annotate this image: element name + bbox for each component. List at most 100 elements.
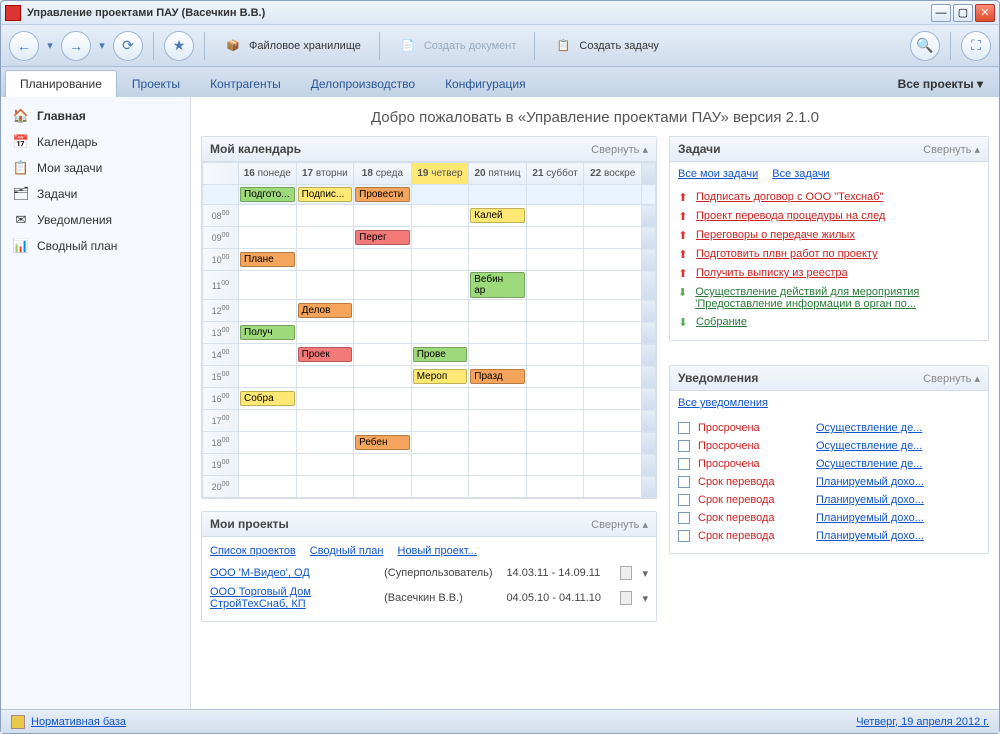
tab-contractors[interactable]: Контрагенты <box>195 70 296 97</box>
cal-day-header[interactable]: 22 воскре <box>584 163 642 185</box>
projects-list-link[interactable]: Список проектов <box>210 545 296 557</box>
notification-row: Срок перевода Планируемый дохо... <box>678 509 980 527</box>
cal-event[interactable]: Проек <box>298 347 353 362</box>
cal-allday-event[interactable]: Подгото... <box>240 187 295 202</box>
project-dropdown-icon[interactable]: ▾ <box>642 592 648 605</box>
notification-checkbox[interactable] <box>678 530 690 542</box>
tab-planning[interactable]: Планирование <box>5 70 117 97</box>
maximize-button[interactable]: ▢ <box>953 4 973 22</box>
welcome-heading: Добро пожаловать в «Управление проектами… <box>201 105 989 136</box>
notification-status[interactable]: Просрочена <box>698 458 808 470</box>
cal-hour-label: 1900 <box>203 454 239 476</box>
forward-button[interactable]: → <box>61 31 91 61</box>
notification-link[interactable]: Планируемый дохо... <box>816 476 980 488</box>
project-name-link[interactable]: ООО 'М-Видео', ОД <box>210 567 374 579</box>
task-link[interactable]: Получить выписку из реестра <box>696 267 848 279</box>
all-projects-dropdown[interactable]: Все проекты ▾ <box>886 71 995 97</box>
status-date[interactable]: Четверг, 19 апреля 2012 г. <box>856 716 989 728</box>
notification-link[interactable]: Планируемый дохо... <box>816 494 980 506</box>
task-link[interactable]: Подписать договор с ООО "Техснаб" <box>696 191 883 203</box>
create-document-button[interactable]: 📄 Создать документ <box>390 32 525 60</box>
notification-link[interactable]: Осуществление де... <box>816 422 980 434</box>
projects-collapse[interactable]: Свернуть ▴ <box>591 518 648 531</box>
sidebar-item-notifications[interactable]: ✉Уведомления <box>1 207 190 233</box>
normbase-link[interactable]: Нормативная база <box>31 716 126 728</box>
cal-event[interactable]: Празд <box>470 369 525 384</box>
cal-event[interactable]: Плане <box>240 252 295 267</box>
notification-checkbox[interactable] <box>678 458 690 470</box>
task-link[interactable]: Переговоры о передаче жилых <box>696 229 855 241</box>
notification-link[interactable]: Планируемый дохо... <box>816 530 980 542</box>
notification-status[interactable]: Срок перевода <box>698 476 808 488</box>
file-storage-button[interactable]: 📦 Файловое хранилище <box>215 32 369 60</box>
cal-event[interactable]: Собра <box>240 391 295 406</box>
task-row: ⬇Осуществление действий для мероприятия … <box>678 283 980 313</box>
cal-allday-event[interactable]: Подпис... <box>298 187 353 202</box>
notification-link[interactable]: Осуществление де... <box>816 458 980 470</box>
project-chart-icon[interactable] <box>620 566 632 580</box>
cal-event[interactable]: Получ <box>240 325 295 340</box>
tasks-mine-link[interactable]: Все мои задачи <box>678 168 758 180</box>
sidebar-item-calendar[interactable]: 📅Календарь <box>1 129 190 155</box>
notification-link[interactable]: Планируемый дохо... <box>816 512 980 524</box>
sidebar: 🏠Главная 📅Календарь 📋Мои задачи 🗂Задачи … <box>1 97 191 709</box>
cal-day-header[interactable]: 17 вторни <box>296 163 354 185</box>
notif-panel-title: Уведомления <box>678 371 758 385</box>
notif-all-link[interactable]: Все уведомления <box>678 397 768 409</box>
task-link[interactable]: Проект перевода процедуры на след <box>696 210 885 222</box>
cal-event[interactable]: Мероп <box>413 369 468 384</box>
project-chart-icon[interactable] <box>620 591 632 605</box>
cal-day-header[interactable]: 18 среда <box>354 163 412 185</box>
back-history-dropdown[interactable]: ▾ <box>43 31 57 61</box>
projects-plan-link[interactable]: Сводный план <box>310 545 384 557</box>
refresh-button[interactable]: ⟳ <box>113 31 143 61</box>
notification-checkbox[interactable] <box>678 476 690 488</box>
cal-event[interactable]: Вебинар <box>470 272 525 298</box>
cal-event[interactable]: Делов <box>298 303 353 318</box>
sidebar-item-mytasks[interactable]: 📋Мои задачи <box>1 155 190 181</box>
minimize-button[interactable]: — <box>931 4 951 22</box>
cal-day-header[interactable]: 19 четвер <box>411 163 469 185</box>
forward-history-dropdown[interactable]: ▾ <box>95 31 109 61</box>
cal-allday-event[interactable]: Провести <box>355 187 410 202</box>
notification-checkbox[interactable] <box>678 422 690 434</box>
cal-day-header[interactable]: 20 пятниц <box>469 163 527 185</box>
cal-day-header[interactable]: 21 суббот <box>526 163 584 185</box>
close-button[interactable]: ✕ <box>975 4 995 22</box>
tab-config[interactable]: Конфигурация <box>430 70 541 97</box>
notification-link[interactable]: Осуществление де... <box>816 440 980 452</box>
sidebar-item-plan[interactable]: 📊Сводный план <box>1 233 190 259</box>
favorites-button[interactable]: ★ <box>164 31 194 61</box>
cal-event[interactable]: Прове <box>413 347 468 362</box>
notification-status[interactable]: Просрочена <box>698 422 808 434</box>
projects-new-link[interactable]: Новый проект... <box>398 545 477 557</box>
notification-status[interactable]: Срок перевода <box>698 530 808 542</box>
cal-day-header[interactable]: 16 понеде <box>239 163 297 185</box>
task-link[interactable]: Осуществление действий для мероприятия '… <box>695 286 980 310</box>
cal-event[interactable]: Ребен <box>355 435 410 450</box>
notification-status[interactable]: Срок перевода <box>698 512 808 524</box>
back-button[interactable]: ← <box>9 31 39 61</box>
sidebar-item-tasks[interactable]: 🗂Задачи <box>1 181 190 207</box>
cal-event[interactable]: Перег <box>355 230 410 245</box>
tab-documents[interactable]: Делопроизводство <box>296 70 430 97</box>
notification-status[interactable]: Просрочена <box>698 440 808 452</box>
notification-checkbox[interactable] <box>678 440 690 452</box>
search-button[interactable]: 🔍 <box>910 31 940 61</box>
project-dropdown-icon[interactable]: ▾ <box>642 567 648 580</box>
create-task-button[interactable]: 📋 Создать задачу <box>545 32 667 60</box>
notification-checkbox[interactable] <box>678 494 690 506</box>
task-link[interactable]: Подготовить плвн работ по проекту <box>696 248 878 260</box>
project-name-link[interactable]: ООО Торговый Дом СтройТехСнаб, КП <box>210 586 374 610</box>
notif-collapse[interactable]: Свернуть ▴ <box>923 372 980 385</box>
tasks-all-link[interactable]: Все задачи <box>772 168 829 180</box>
tasks-collapse[interactable]: Свернуть ▴ <box>923 143 980 156</box>
notification-checkbox[interactable] <box>678 512 690 524</box>
notification-status[interactable]: Срок перевода <box>698 494 808 506</box>
sidebar-item-home[interactable]: 🏠Главная <box>1 103 190 129</box>
tab-projects[interactable]: Проекты <box>117 70 195 97</box>
task-link[interactable]: Собрание <box>696 316 747 328</box>
calendar-collapse[interactable]: Свернуть ▴ <box>591 143 648 156</box>
cal-event[interactable]: Калей <box>470 208 525 223</box>
fullscreen-button[interactable]: ⛶ <box>961 31 991 61</box>
